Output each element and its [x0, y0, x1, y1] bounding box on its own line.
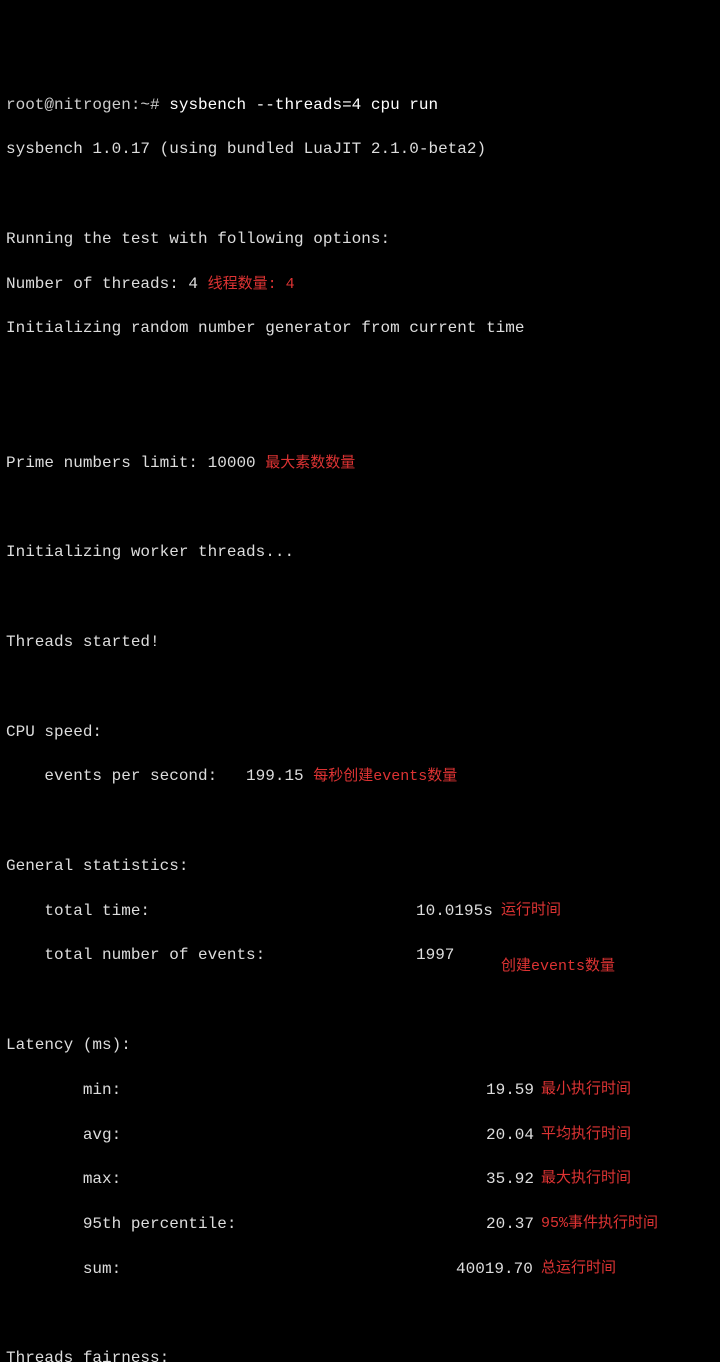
lat-max-annotation: 最大执行时间: [541, 1168, 631, 1189]
command-text: sysbench --threads=4 cpu run: [169, 96, 438, 114]
lat-p95-value: 20.37: [486, 1213, 534, 1235]
total-events-line: total number of events:1997创建events数量: [6, 944, 714, 966]
eps-annotation: 每秒创建events数量: [313, 768, 457, 785]
latency-avg-line: avg: 20.04 平均执行时间: [6, 1124, 714, 1146]
lat-min-label: min:: [83, 1081, 121, 1099]
prime-annotation: 最大素数数量: [265, 455, 355, 472]
prime-limit-line: Prime numbers limit: 10000 最大素数数量: [6, 452, 714, 474]
total-time-annotation: 运行时间: [501, 900, 561, 921]
lat-avg-value: 20.04: [486, 1124, 534, 1146]
lat-max-label: max:: [83, 1170, 121, 1188]
eps-value: 199.15: [246, 767, 304, 785]
total-time-label: total time:: [44, 902, 150, 920]
lat-max-value: 35.92: [486, 1168, 534, 1190]
total-time-value: 10.0195s: [416, 900, 493, 922]
shell-prompt: root@nitrogen:~#: [6, 96, 169, 114]
command-line: root@nitrogen:~# sysbench --threads=4 cp…: [6, 94, 714, 116]
general-stats-header: General statistics:: [6, 855, 714, 877]
threads-annotation: 线程数量: 4: [208, 276, 295, 293]
latency-p95-line: 95th percentile: 20.37 95%事件执行时间: [6, 1213, 714, 1235]
lat-p95-label: 95th percentile:: [83, 1215, 237, 1233]
prime-text: Prime numbers limit: 10000: [6, 454, 256, 472]
running-options-line: Running the test with following options:: [6, 228, 714, 250]
lat-sum-annotation: 总运行时间: [541, 1258, 616, 1279]
lat-sum-label: sum:: [83, 1260, 121, 1278]
lat-min-annotation: 最小执行时间: [541, 1079, 631, 1100]
total-time-line: total time: 10.0195s 运行时间: [6, 900, 714, 922]
threads-started-line: Threads started!: [6, 631, 714, 653]
init-rng-line: Initializing random number generator fro…: [6, 317, 714, 339]
total-events-annotation: 创建events数量: [501, 956, 615, 977]
version-line: sysbench 1.0.17 (using bundled LuaJIT 2.…: [6, 138, 714, 160]
lat-avg-annotation: 平均执行时间: [541, 1124, 631, 1145]
threads-text: Number of threads: 4: [6, 275, 198, 293]
eps-label: events per second:: [44, 767, 217, 785]
total-events-label: total number of events:: [44, 946, 265, 964]
init-workers-line: Initializing worker threads...: [6, 541, 714, 563]
lat-avg-label: avg:: [83, 1126, 121, 1144]
lat-min-value: 19.59: [486, 1079, 534, 1101]
events-per-second-line: events per second: 199.15 每秒创建events数量: [6, 765, 714, 787]
latency-min-line: min: 19.59 最小执行时间: [6, 1079, 714, 1101]
latency-header: Latency (ms):: [6, 1034, 714, 1056]
cpu-speed-header: CPU speed:: [6, 721, 714, 743]
total-events-value: 1997: [416, 944, 454, 966]
latency-max-line: max: 35.92 最大执行时间: [6, 1168, 714, 1190]
lat-p95-annotation: 95%事件执行时间: [541, 1213, 658, 1234]
fairness-header: Threads fairness:: [6, 1347, 714, 1362]
threads-line: Number of threads: 4 线程数量: 4: [6, 273, 714, 295]
latency-sum-line: sum: 40019.70 总运行时间: [6, 1258, 714, 1280]
lat-sum-value: 40019.70: [456, 1258, 533, 1280]
